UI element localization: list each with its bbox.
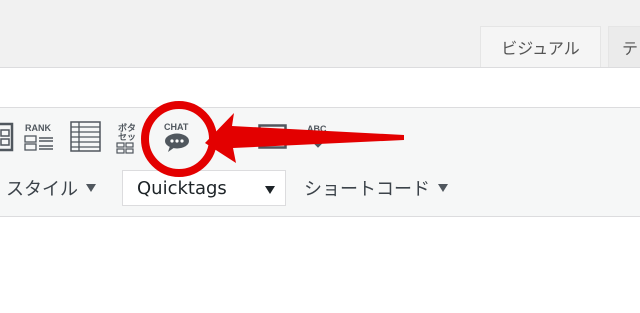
pointer-arrow (205, 113, 404, 163)
highlight-circle (141, 101, 217, 177)
annotation-overlay (141, 101, 404, 177)
